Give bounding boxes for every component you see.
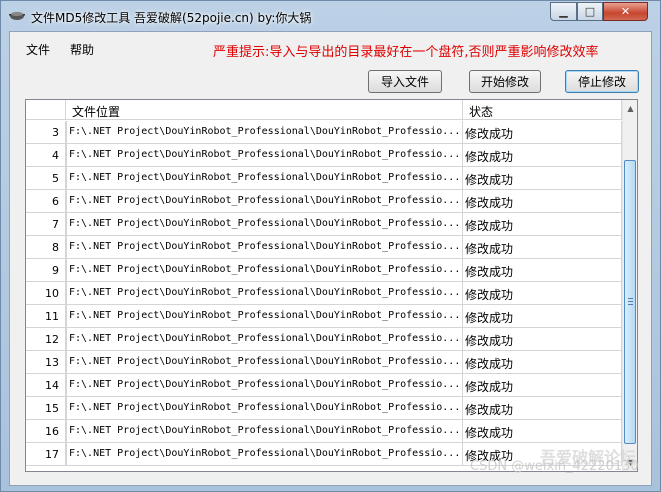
file-path-cell[interactable]: F:\.NET Project\DouYinRobot_Professional… (66, 236, 463, 259)
import-files-button[interactable]: 导入文件 (368, 70, 442, 93)
file-path-cell[interactable]: F:\.NET Project\DouYinRobot_Professional… (66, 213, 463, 236)
menu-file[interactable]: 文件 (26, 41, 50, 58)
row-number-cell: 7 (26, 213, 66, 236)
status-cell[interactable]: 修改成功 (463, 144, 622, 167)
header-row-number (26, 100, 66, 120)
row-number-cell: 5 (26, 167, 66, 190)
status-cell[interactable]: 修改成功 (463, 236, 622, 259)
table-row[interactable]: 14 F:\.NET Project\DouYinRobot_Profession… (26, 374, 622, 397)
vertical-scrollbar[interactable]: ▲ ▼ (622, 100, 637, 471)
table-row[interactable]: 4 F:\.NET Project\DouYinRobot_Professiona… (26, 144, 622, 167)
status-cell[interactable]: 修改成功 (463, 167, 622, 190)
file-path-cell[interactable]: F:\.NET Project\DouYinRobot_Professional… (66, 121, 463, 144)
row-number-cell: 13 (26, 351, 66, 374)
status-cell[interactable]: 修改成功 (463, 374, 622, 397)
file-path-cell[interactable]: F:\.NET Project\DouYinRobot_Professional… (66, 397, 463, 420)
row-number-cell: 16 (26, 420, 66, 443)
file-path-cell[interactable]: F:\.NET Project\DouYinRobot_Professional… (66, 259, 463, 282)
file-path-cell[interactable]: F:\.NET Project\DouYinRobot_Professional… (66, 443, 463, 466)
table-row[interactable]: 11 F:\.NET Project\DouYinRobot_Profession… (26, 305, 622, 328)
start-modify-button[interactable]: 开始修改 (469, 70, 541, 93)
grid-rows: 3 F:\.NET Project\DouYinRobot_Professiona… (26, 121, 622, 466)
file-path-cell[interactable]: F:\.NET Project\DouYinRobot_Professional… (66, 374, 463, 397)
status-cell[interactable]: 修改成功 (463, 213, 622, 236)
table-row[interactable]: 7 F:\.NET Project\DouYinRobot_Professiona… (26, 213, 622, 236)
table-row[interactable]: 16 F:\.NET Project\DouYinRobot_Profession… (26, 420, 622, 443)
scroll-thumb[interactable] (624, 160, 636, 444)
file-path-cell[interactable]: F:\.NET Project\DouYinRobot_Professional… (66, 190, 463, 213)
status-cell[interactable]: 修改成功 (463, 305, 622, 328)
status-cell[interactable]: 修改成功 (463, 420, 622, 443)
table-row[interactable]: 15 F:\.NET Project\DouYinRobot_Profession… (26, 397, 622, 420)
file-path-cell[interactable]: F:\.NET Project\DouYinRobot_Professional… (66, 144, 463, 167)
row-number-cell: 17 (26, 443, 66, 466)
table-row[interactable]: 5 F:\.NET Project\DouYinRobot_Professiona… (26, 167, 622, 190)
status-cell[interactable]: 修改成功 (463, 328, 622, 351)
header-file-location[interactable]: 文件位置 (66, 100, 463, 120)
file-grid[interactable]: 文件位置 状态 3 F:\.NET Project\DouYinRobot_Pro… (25, 99, 638, 472)
status-cell[interactable]: 修改成功 (463, 282, 622, 305)
warning-notice: 严重提示:导入与导出的目录最好在一个盘符,否则严重影响修改效率 (213, 45, 599, 60)
file-path-cell[interactable]: F:\.NET Project\DouYinRobot_Professional… (66, 328, 463, 351)
close-button[interactable]: ✕ (603, 2, 648, 21)
window-title: 文件MD5修改工具 吾爱破解(52pojie.cn) by:你大锅 (31, 11, 312, 25)
row-number-cell: 4 (26, 144, 66, 167)
pot-icon (9, 12, 25, 20)
title-bar[interactable]: 文件MD5修改工具 吾爱破解(52pojie.cn) by:你大锅 ▁ □ ✕ (1, 1, 660, 31)
table-row[interactable]: 6 F:\.NET Project\DouYinRobot_Professiona… (26, 190, 622, 213)
file-path-cell[interactable]: F:\.NET Project\DouYinRobot_Professional… (66, 167, 463, 190)
row-number-cell: 10 (26, 282, 66, 305)
row-number-cell: 14 (26, 374, 66, 397)
row-number-cell: 6 (26, 190, 66, 213)
row-number-cell: 11 (26, 305, 66, 328)
file-path-cell[interactable]: F:\.NET Project\DouYinRobot_Professional… (66, 351, 463, 374)
table-row[interactable]: 13 F:\.NET Project\DouYinRobot_Profession… (26, 351, 622, 374)
table-row[interactable]: 10 F:\.NET Project\DouYinRobot_Profession… (26, 282, 622, 305)
menu-help[interactable]: 帮助 (70, 41, 94, 58)
menu-bar: 文件 帮助 严重提示:导入与导出的目录最好在一个盘符,否则严重影响修改效率 (10, 32, 651, 64)
status-cell[interactable]: 修改成功 (463, 397, 622, 420)
grip-icon (628, 298, 633, 305)
status-cell[interactable]: 修改成功 (463, 190, 622, 213)
file-path-cell[interactable]: F:\.NET Project\DouYinRobot_Professional… (66, 282, 463, 305)
status-cell[interactable]: 修改成功 (463, 259, 622, 282)
app-window: 文件MD5修改工具 吾爱破解(52pojie.cn) by:你大锅 ▁ □ ✕ … (0, 0, 661, 492)
grid-header: 文件位置 状态 (26, 100, 622, 121)
header-status[interactable]: 状态 (463, 100, 622, 120)
status-cell[interactable]: 修改成功 (463, 121, 622, 144)
minimize-button[interactable]: ▁ (550, 2, 577, 21)
row-number-cell: 9 (26, 259, 66, 282)
stop-modify-button[interactable]: 停止修改 (565, 70, 639, 93)
row-number-cell: 12 (26, 328, 66, 351)
csdn-watermark: CSDN @weixin_42220130 (470, 459, 639, 474)
scroll-up-arrow-icon[interactable]: ▲ (623, 100, 637, 117)
row-number-cell: 3 (26, 121, 66, 144)
maximize-button[interactable]: □ (577, 2, 603, 21)
file-path-cell[interactable]: F:\.NET Project\DouYinRobot_Professional… (66, 420, 463, 443)
table-row[interactable]: 12 F:\.NET Project\DouYinRobot_Profession… (26, 328, 622, 351)
client-area: 文件 帮助 严重提示:导入与导出的目录最好在一个盘符,否则严重影响修改效率 导入… (9, 31, 652, 486)
row-number-cell: 8 (26, 236, 66, 259)
table-row[interactable]: 9 F:\.NET Project\DouYinRobot_Professiona… (26, 259, 622, 282)
row-number-cell: 15 (26, 397, 66, 420)
table-row[interactable]: 3 F:\.NET Project\DouYinRobot_Professiona… (26, 121, 622, 144)
table-row[interactable]: 8 F:\.NET Project\DouYinRobot_Professiona… (26, 236, 622, 259)
status-cell[interactable]: 修改成功 (463, 351, 622, 374)
file-path-cell[interactable]: F:\.NET Project\DouYinRobot_Professional… (66, 305, 463, 328)
